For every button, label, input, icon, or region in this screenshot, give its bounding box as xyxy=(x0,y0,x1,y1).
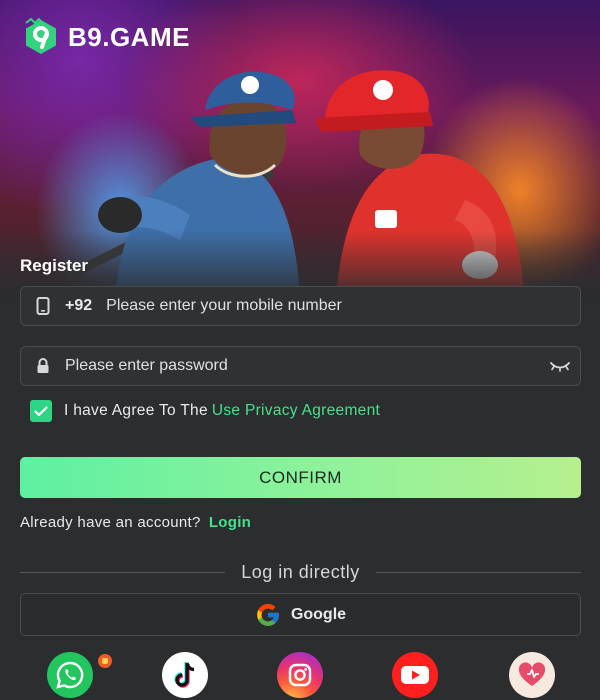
hero-banner: B9.GAME xyxy=(0,0,600,320)
whatsapp-button[interactable] xyxy=(47,652,93,698)
phone-input[interactable] xyxy=(106,287,580,325)
youtube-icon xyxy=(401,666,429,684)
divider-line-right xyxy=(375,571,581,573)
whatsapp-icon xyxy=(56,661,84,689)
register-title: Register xyxy=(20,256,89,275)
hero-player-blue xyxy=(65,71,300,300)
social-login-row xyxy=(0,652,600,700)
privacy-agree: I have Agree To The Use Privacy Agreemen… xyxy=(30,400,380,422)
already-text: Already have an account? xyxy=(20,514,201,531)
heart-button[interactable] xyxy=(509,652,555,698)
confirm-button[interactable]: CONFIRM xyxy=(20,457,581,498)
divider-line-left xyxy=(20,571,226,573)
agree-text: I have Agree To The xyxy=(64,402,208,419)
country-code[interactable]: +92 xyxy=(65,297,92,315)
phone-icon xyxy=(21,297,65,315)
direct-login-divider: Log in directly xyxy=(20,561,581,583)
divider-text: Log in directly xyxy=(241,561,360,582)
tiktok-icon xyxy=(174,662,195,688)
instagram-button[interactable] xyxy=(277,652,323,698)
hero-player-red xyxy=(315,70,525,310)
brand: B9.GAME xyxy=(22,18,190,56)
notification-badge xyxy=(98,654,112,668)
brand-name: B9.GAME xyxy=(68,21,190,52)
check-icon xyxy=(34,405,48,416)
privacy-agreement-link[interactable]: Use Privacy Agreement xyxy=(212,402,380,420)
youtube-button[interactable] xyxy=(392,652,438,698)
phone-field[interactable]: +92 xyxy=(20,286,581,326)
login-link[interactable]: Login xyxy=(209,514,251,531)
google-login-button[interactable]: Google xyxy=(20,593,581,636)
instagram-icon xyxy=(288,663,312,687)
eye-closed-icon[interactable] xyxy=(540,360,580,372)
google-label: Google xyxy=(290,605,347,623)
login-prompt: Already have an account? Login xyxy=(20,514,251,531)
google-icon xyxy=(257,603,279,626)
lock-icon xyxy=(21,358,65,374)
agree-checkbox[interactable] xyxy=(30,400,52,422)
lantern-icon xyxy=(102,658,108,664)
heart-icon xyxy=(518,662,546,686)
b9-logo-icon xyxy=(25,18,56,54)
password-input[interactable] xyxy=(65,347,540,385)
tiktok-button[interactable] xyxy=(162,652,208,698)
password-field[interactable] xyxy=(20,346,581,386)
